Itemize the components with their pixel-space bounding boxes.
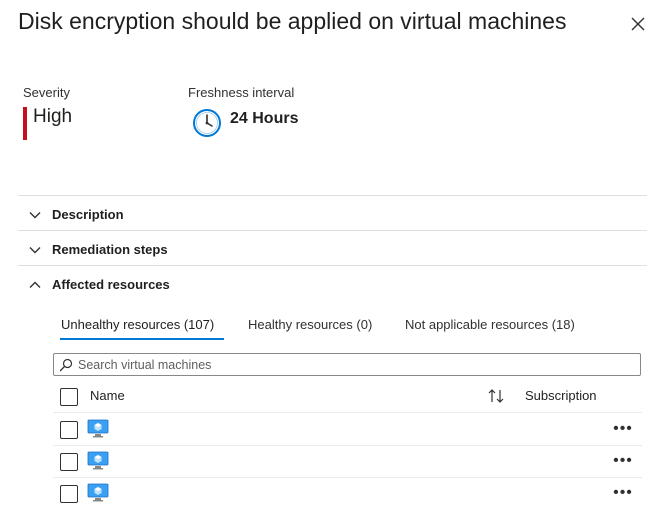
divider: [18, 265, 647, 266]
freshness-label: Freshness interval: [188, 85, 295, 100]
section-label: Description: [52, 207, 124, 222]
search-input[interactable]: [53, 353, 641, 376]
row-checkbox[interactable]: [60, 485, 78, 503]
section-label: Affected resources: [52, 277, 170, 292]
row-checkbox[interactable]: [60, 421, 78, 439]
chevron-down-icon: [28, 243, 42, 257]
virtual-machine-icon: [87, 483, 109, 503]
freshness-value: 24 Hours: [230, 110, 299, 127]
tab-not-applicable-resources[interactable]: Not applicable resources (18): [405, 317, 575, 332]
section-affected-resources[interactable]: Affected resources: [18, 267, 647, 301]
virtual-machine-icon: [87, 451, 109, 471]
more-icon[interactable]: •••: [612, 453, 634, 472]
row-divider: [53, 412, 642, 413]
chevron-up-icon: [28, 278, 42, 292]
divider: [18, 195, 647, 196]
virtual-machine-icon: [87, 419, 109, 439]
more-icon[interactable]: •••: [612, 421, 634, 440]
column-header-name[interactable]: Name: [90, 388, 125, 403]
chevron-down-icon: [28, 208, 42, 222]
clock-icon: [192, 108, 222, 138]
section-label: Remediation steps: [52, 242, 168, 257]
sort-icon[interactable]: [487, 388, 507, 404]
tab-healthy-resources[interactable]: Healthy resources (0): [248, 317, 372, 332]
severity-value: High: [33, 106, 73, 127]
divider: [18, 230, 647, 231]
page-title: Disk encryption should be applied on vir…: [18, 8, 567, 34]
close-icon[interactable]: [628, 14, 648, 34]
row-divider: [53, 445, 642, 446]
severity-label: Severity: [23, 85, 70, 100]
active-tab-indicator: [60, 338, 224, 340]
row-divider: [53, 477, 642, 478]
column-header-subscription[interactable]: Subscription: [525, 388, 597, 403]
select-all-checkbox[interactable]: [60, 388, 78, 406]
section-remediation-steps[interactable]: Remediation steps: [18, 232, 647, 266]
more-icon[interactable]: •••: [612, 485, 634, 504]
section-description[interactable]: Description: [18, 197, 647, 231]
row-checkbox[interactable]: [60, 453, 78, 471]
severity-indicator: [23, 107, 27, 140]
tab-unhealthy-resources[interactable]: Unhealthy resources (107): [61, 317, 214, 332]
